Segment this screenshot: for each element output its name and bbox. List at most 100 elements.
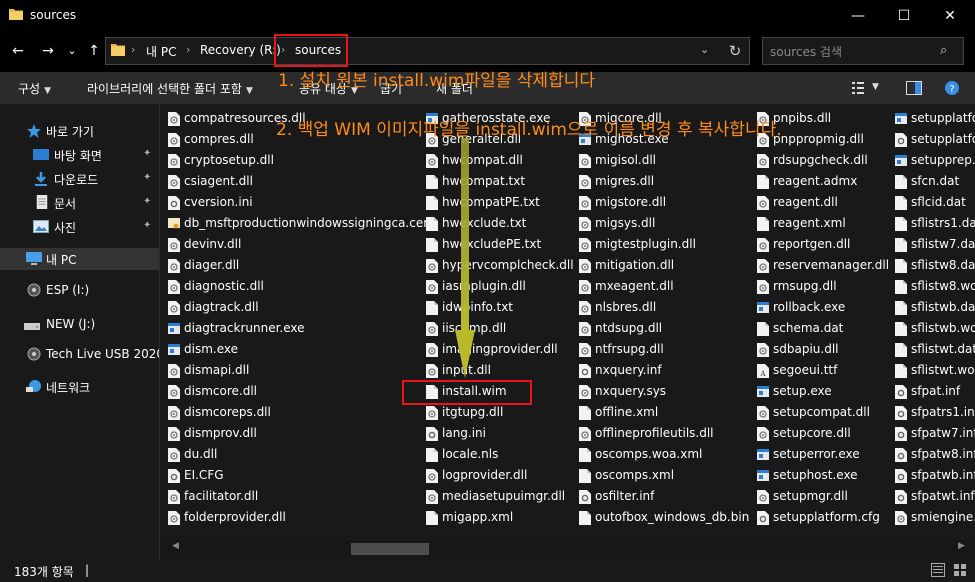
file-item[interactable]: EI.CFG: [168, 466, 418, 486]
file-item[interactable]: hwcompat.dll: [426, 151, 576, 171]
file-item[interactable]: cversion.ini: [168, 193, 418, 213]
close-button[interactable]: ✕: [927, 0, 973, 32]
back-button[interactable]: ←: [8, 41, 28, 61]
file-item[interactable]: sflistwt.dat: [895, 340, 975, 360]
file-item[interactable]: sfpatw7.inf: [895, 424, 975, 444]
file-item[interactable]: smiengine.dll: [895, 508, 975, 528]
sidebar-item-network[interactable]: 네트워크: [0, 376, 159, 398]
include-library-button[interactable]: 라이브러리에 선택한 폴더 포함 ▼: [87, 80, 253, 97]
file-item[interactable]: sfpatrs1.inf: [895, 403, 975, 423]
file-item[interactable]: setupmgr.dll: [757, 487, 892, 507]
file-item[interactable]: sflistrs1.dat: [895, 214, 975, 234]
file-item[interactable]: migstore.dll: [579, 193, 754, 213]
file-item[interactable]: schema.dat: [757, 319, 892, 339]
file-item[interactable]: ntfrsupg.dll: [579, 340, 754, 360]
file-item[interactable]: locale.nls: [426, 445, 576, 465]
breadcrumb-separator[interactable]: ›: [186, 43, 190, 56]
file-item[interactable]: migisol.dll: [579, 151, 754, 171]
file-item[interactable]: sfpatwt.inf: [895, 487, 975, 507]
file-item[interactable]: hwcompat.txt: [426, 172, 576, 192]
file-item[interactable]: dismcore.dll: [168, 382, 418, 402]
file-item[interactable]: sflistw8.dat: [895, 256, 975, 276]
file-item[interactable]: hypervcomplcheck.dll: [426, 256, 576, 276]
file-item[interactable]: setupplatform.cfg: [757, 508, 892, 528]
file-item[interactable]: sfpat.inf: [895, 382, 975, 402]
file-item[interactable]: offlineprofileutils.dll: [579, 424, 754, 444]
file-item[interactable]: imagingprovider.dll: [426, 340, 576, 360]
file-item[interactable]: setupprep.exe: [895, 151, 975, 171]
file-item[interactable]: iiscomp.dll: [426, 319, 576, 339]
file-item[interactable]: setuperror.exe: [757, 445, 892, 465]
file-item[interactable]: dism.exe: [168, 340, 418, 360]
file-item[interactable]: sfpatwb.inf: [895, 466, 975, 486]
file-item[interactable]: sflistw8.woa: [895, 277, 975, 297]
file-item[interactable]: reportgen.dll: [757, 235, 892, 255]
file-item[interactable]: rmsupg.dll: [757, 277, 892, 297]
help-icon[interactable]: ?: [944, 80, 960, 96]
view-options-icon[interactable]: [852, 81, 868, 95]
file-item[interactable]: folderprovider.dll: [168, 508, 418, 528]
file-item[interactable]: oscomps.woa.xml: [579, 445, 754, 465]
sidebar-item-quick-access[interactable]: 바로 가기: [0, 120, 159, 142]
file-item[interactable]: nlsbres.dll: [579, 298, 754, 318]
file-item[interactable]: sdbapiu.dll: [757, 340, 892, 360]
recent-locations-button[interactable]: ⌄: [62, 41, 82, 61]
minimize-button[interactable]: —: [835, 0, 881, 32]
file-item[interactable]: idwbinfo.txt: [426, 298, 576, 318]
sidebar-item-this-pc[interactable]: 내 PC: [0, 248, 159, 270]
preview-pane-icon[interactable]: [906, 81, 922, 95]
file-item[interactable]: devinv.dll: [168, 235, 418, 255]
file-item[interactable]: dismcoreps.dll: [168, 403, 418, 423]
pin-icon[interactable]: ✦: [143, 172, 151, 183]
sidebar-item-tech-live-usb[interactable]: Tech Live USB 2020: [0, 344, 164, 366]
file-item[interactable]: iasmplugin.dll: [426, 277, 576, 297]
breadcrumb-recovery[interactable]: Recovery (R:): [200, 43, 281, 57]
details-view-icon[interactable]: [931, 563, 945, 577]
pin-icon[interactable]: ✦: [143, 196, 151, 207]
file-item[interactable]: mxeagent.dll: [579, 277, 754, 297]
sidebar-item-downloads[interactable]: 다운로드 ✦: [0, 168, 159, 190]
scroll-right-arrow[interactable]: ▶: [958, 541, 965, 551]
file-item[interactable]: migres.dll: [579, 172, 754, 192]
sidebar-item-desktop[interactable]: 바탕 화면 ✦: [0, 144, 159, 166]
file-item[interactable]: reagent.admx: [757, 172, 892, 192]
file-item[interactable]: migapp.xml: [426, 508, 576, 528]
file-item[interactable]: nxquery.inf: [579, 361, 754, 381]
file-item[interactable]: nxquery.sys: [579, 382, 754, 402]
address-dropdown-icon[interactable]: ⌄: [700, 43, 709, 56]
file-item[interactable]: migsys.dll: [579, 214, 754, 234]
file-item[interactable]: sflistwt.woa: [895, 361, 975, 381]
file-item[interactable]: ntdsupg.dll: [579, 319, 754, 339]
file-item[interactable]: oscomps.xml: [579, 466, 754, 486]
file-item[interactable]: migtestplugin.dll: [579, 235, 754, 255]
file-item[interactable]: sflistwb.woa: [895, 319, 975, 339]
file-item[interactable]: logprovider.dll: [426, 466, 576, 486]
scrollbar-thumb[interactable]: [351, 543, 429, 555]
refresh-button[interactable]: ↻: [724, 38, 746, 64]
file-item[interactable]: db_msftproductionwindowssigningca.cer: [168, 214, 428, 234]
file-item[interactable]: Asegoeui.ttf: [757, 361, 892, 381]
file-item[interactable]: hwexcludePE.txt: [426, 235, 576, 255]
file-item[interactable]: sflistw7.dat: [895, 235, 975, 255]
horizontal-scrollbar[interactable]: [160, 540, 975, 558]
file-item[interactable]: setupcompat.dll: [757, 403, 892, 423]
file-item[interactable]: csiagent.dll: [168, 172, 418, 192]
file-item[interactable]: hwcompatPE.txt: [426, 193, 576, 213]
pin-icon[interactable]: ✦: [143, 148, 151, 159]
file-item[interactable]: hwexclude.txt: [426, 214, 576, 234]
search-icon[interactable]: ⌕: [940, 43, 947, 58]
file-item[interactable]: outofbox_windows_db.bin: [579, 508, 754, 528]
breadcrumb-separator[interactable]: ›: [131, 43, 135, 56]
file-item[interactable]: diagtrack.dll: [168, 298, 418, 318]
sidebar-item-pictures[interactable]: 사진 ✦: [0, 216, 159, 238]
sidebar-item-new-drive[interactable]: NEW (J:): [0, 314, 159, 336]
file-item[interactable]: reservemanager.dll: [757, 256, 892, 276]
file-item[interactable]: offline.xml: [579, 403, 754, 423]
file-item[interactable]: cryptosetup.dll: [168, 151, 418, 171]
file-item[interactable]: diagnostic.dll: [168, 277, 418, 297]
file-item[interactable]: rollback.exe: [757, 298, 892, 318]
file-item[interactable]: setupplatform.ini: [895, 130, 975, 150]
file-item[interactable]: sflcid.dat: [895, 193, 975, 213]
view-dropdown-icon[interactable]: ▼: [872, 82, 879, 92]
maximize-button[interactable]: ☐: [881, 0, 927, 32]
